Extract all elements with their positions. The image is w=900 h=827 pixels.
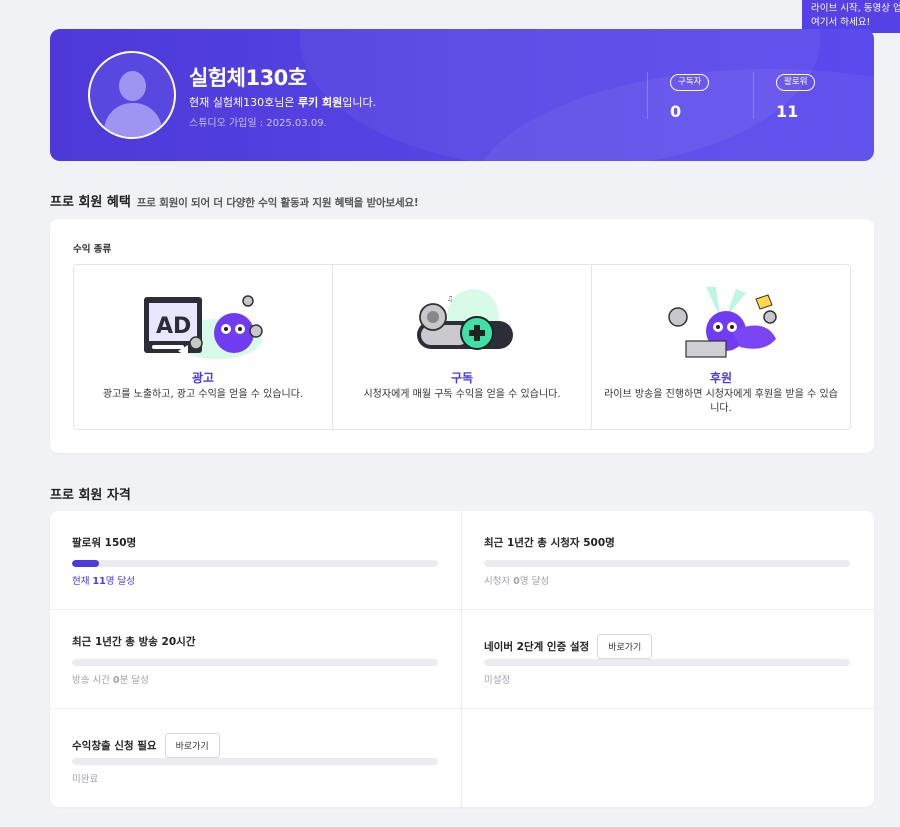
qualification-title: 수익창출 신청 필요 바로가기 [72,733,220,758]
benefits-card: 수익 종류 AD 광고 광고를 노출하고, 광고 수익을 얻을 수 있습니다. [50,219,874,453]
subscribe-toggle-icon: ♫ [417,289,513,350]
progress-bar [72,758,438,765]
progress-bar [484,659,850,666]
revenue-item-subscribe: ♫ 구독 시청자에게 매월 구독 수익을 얻을 수 있습니다. [333,265,592,429]
member-grade-text: 현재 실험체130호님은 루키 회원입니다. [189,96,377,109]
stat-label: 팔로워 [776,74,816,91]
revenue-desc: 라이브 방송을 진행하면 시청자에게 후원을 받을 수 있습니다. [604,389,838,414]
qualification-card: 팔로워 150명 현재 11명 달성 최근 1년간 총 시청자 500명 시청자… [50,511,874,807]
join-date: 스튜디오 가입일 : 2025.03.09. [189,118,327,129]
qualification-title: 최근 1년간 총 시청자 500명 [484,537,615,549]
qualification-title: 팔로워 150명 [72,537,137,549]
stat-followers: 팔로워 11 [776,69,816,121]
revenue-item-donation: 후원 라이브 방송을 진행하면 시청자에게 후원을 받을 수 있습니다. [592,265,850,429]
stat-value: 0 [670,102,682,121]
stat-divider [647,72,648,119]
stat-divider [753,72,754,119]
qualification-monetization: 수익창출 신청 필요 바로가기 미완료 [50,709,462,807]
ad-monitor-icon: AD [144,295,263,359]
revenue-types: AD 광고 광고를 노출하고, 광고 수익을 얻을 수 있습니다. ♫ 구독 시… [73,264,851,430]
channel-name: 실험체130호 [189,66,307,90]
avatar[interactable] [88,51,176,139]
qualification-status: 방송 시간 0분 달성 [72,675,149,686]
grade-label: 루키 회원 [297,96,343,109]
section-title-benefits: 프로 회원 혜택 프로 회원이 되어 더 다양한 수익 활동과 지원 혜택을 받아… [50,195,419,210]
qualification-status: 미완료 [72,774,99,785]
qualification-followers: 팔로워 150명 현재 11명 달성 [50,511,462,610]
svg-text:♫: ♫ [447,295,453,303]
qualification-broadcast-hours: 최근 1년간 총 방송 20시간 방송 시간 0분 달성 [50,610,462,709]
profile-card: 실험체130호 현재 실험체130호님은 루키 회원입니다. 스튜디오 가입일 … [50,29,874,161]
qualification-title: 최근 1년간 총 방송 20시간 [72,636,196,648]
section-subtitle: 프로 회원이 되어 더 다양한 수익 활동과 지원 혜택을 받아보세요! [136,197,419,209]
stat-value: 11 [776,102,799,121]
progress-bar [72,560,438,567]
stat-subscribers: 구독자 0 [670,69,710,121]
revenue-desc: 광고를 노출하고, 광고 수익을 얻을 수 있습니다. [102,389,304,400]
go-2fa-button[interactable]: 바로가기 [597,634,653,659]
qualification-status: 시청자 0명 달성 [484,576,550,587]
qualification-status: 현재 11명 달성 [72,576,135,587]
tooltip-line-1: 라이브 시작, 동영상 업 [811,3,900,14]
qualification-2fa: 네이버 2단계 인증 설정 바로가기 미설정 [462,610,874,709]
qualification-empty-cell [462,709,874,807]
revenue-item-ad: AD 광고 광고를 노출하고, 광고 수익을 얻을 수 있습니다. [74,265,333,429]
revenue-desc: 시청자에게 매월 구독 수익을 얻을 수 있습니다. [363,389,561,400]
section-title-qualification: 프로 회원 자격 [50,488,131,503]
revenue-name: 광고 [191,371,215,385]
stat-label: 구독자 [670,74,710,91]
qualification-status: 미설정 [484,675,511,686]
revenue-type-label: 수익 종류 [73,244,112,255]
qualification-viewers: 최근 1년간 총 시청자 500명 시청자 0명 달성 [462,511,874,610]
revenue-name: 후원 [709,371,733,385]
revenue-name: 구독 [450,371,474,385]
qualification-title: 네이버 2단계 인증 설정 바로가기 [484,634,653,659]
avatar-person-icon [119,71,146,101]
go-monetization-button[interactable]: 바로가기 [164,733,220,758]
tooltip-line-2: 여기서 하세요! [811,17,871,28]
svg-text:AD: AD [156,314,191,339]
progress-bar [72,659,438,666]
progress-bar [484,560,850,567]
donation-icon [668,287,777,358]
